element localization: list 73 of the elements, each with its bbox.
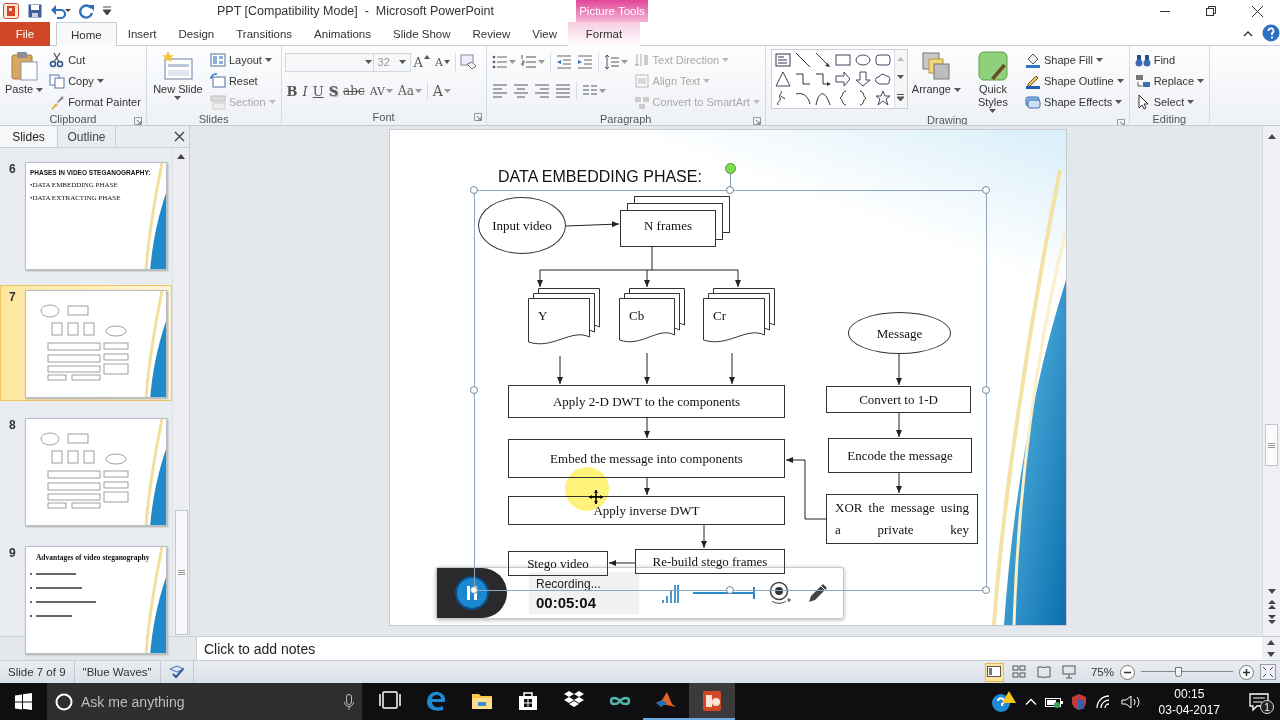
action-center-button[interactable]: 1	[1238, 683, 1280, 720]
node-label: Input video	[492, 218, 552, 233]
node-label: Cb	[629, 308, 645, 324]
brush-button[interactable]: Format Painter	[47, 92, 143, 112]
search-input[interactable]: Ask me anything	[81, 693, 336, 710]
slide-number: 6	[9, 162, 17, 178]
bold-button[interactable]: B	[284, 83, 300, 99]
node-label: Convert to 1-D	[859, 390, 938, 409]
cut-button[interactable]: Cut	[47, 50, 143, 70]
node-label: Apply inverse DWT	[593, 501, 700, 520]
fill-button[interactable]: Shape Fill	[1022, 50, 1126, 70]
window-title: PPT [Compatibility Mode] - Microsoft PowerPoint	[217, 4, 495, 18]
ribbon-tab[interactable]: Review	[461, 23, 522, 45]
node-label: Stego video	[527, 554, 589, 573]
ribbon-tab[interactable]: Transitions	[225, 23, 304, 45]
slide-thumbnail[interactable]: 7	[0, 285, 172, 401]
pane-tab[interactable]: Slides	[0, 126, 58, 147]
find-button[interactable]: Find	[1132, 50, 1206, 70]
notification-count: 1	[1260, 700, 1274, 714]
recording-status: Recording...	[536, 577, 602, 591]
clock[interactable]: 00:15 03-04-2017	[1148, 685, 1230, 718]
case-button[interactable]: Aa	[396, 84, 424, 98]
zoom-level: 75%	[1090, 666, 1114, 678]
node-label: Y	[538, 308, 548, 324]
ribbon-tab[interactable]: Home	[56, 22, 117, 46]
effects-button[interactable]: Shape Effects	[1022, 92, 1126, 112]
group-label: Slides	[198, 112, 229, 125]
shrink-font-button[interactable]: A	[433, 55, 452, 69]
node-label: Message	[876, 325, 923, 341]
underline-button[interactable]: U	[310, 83, 326, 99]
ribbon-tab[interactable]: Format	[567, 22, 640, 46]
color-button[interactable]: A	[430, 83, 453, 99]
slide-number: 9	[9, 546, 17, 562]
ribbon-tab[interactable]: Slide Show	[382, 23, 462, 45]
spacing-button[interactable]: AV	[367, 84, 395, 98]
node-label: N frames	[644, 218, 692, 234]
node-label: Re-build stego frames	[652, 552, 768, 571]
quickstyles-button[interactable]: Quick Styles	[964, 49, 1021, 114]
node-label: Cr	[713, 308, 726, 324]
newslide-button[interactable]: New Slide	[149, 49, 206, 101]
node-label: Apply 2-D DWT to the components	[552, 392, 741, 411]
slide-title: DATA EMBEDDING PHASE:	[498, 168, 702, 186]
pane-tab[interactable]: Outline	[58, 126, 116, 147]
slide-thumbnail[interactable]: 8	[0, 413, 172, 529]
recording-timer: 00:05:04	[536, 594, 598, 611]
shadow-button[interactable]: S	[326, 83, 341, 99]
node-label: XOR the message using a private key	[835, 499, 969, 539]
search-field[interactable]: Ask me anything	[47, 683, 362, 720]
group-label: Paragraph	[600, 112, 652, 125]
slide-number: 8	[9, 418, 17, 434]
grow-font-button[interactable]: A	[411, 54, 432, 70]
ribbon-tab[interactable]: View	[521, 23, 568, 45]
ribbon-tab[interactable]: File	[0, 22, 50, 46]
node-label: Encode the message	[847, 446, 953, 465]
context-tab-group: Picture Tools	[576, 0, 648, 22]
strike-button[interactable]: abc	[341, 84, 367, 98]
group-label: Clipboard	[49, 112, 97, 125]
paste-button[interactable]: Paste	[3, 49, 46, 97]
group-label: Editing	[1152, 112, 1187, 125]
ribbon-tab[interactable]: Design	[167, 23, 226, 45]
select-button[interactable]: Select	[1132, 92, 1206, 112]
group-label: Font	[372, 110, 395, 123]
arrange-button[interactable]: Arrange	[909, 49, 963, 97]
ribbon-tab[interactable]: Animations	[303, 23, 382, 45]
italic-button[interactable]: I	[300, 83, 310, 99]
node-label: Embed the message into components	[550, 449, 743, 468]
replace-button[interactable]: Replace	[1132, 71, 1206, 91]
layout-button[interactable]: Layout	[207, 50, 278, 70]
outline-button[interactable]: Shape Outline	[1022, 71, 1126, 91]
ribbon-tab[interactable]: Insert	[116, 23, 168, 45]
reset-button[interactable]: Reset	[207, 71, 278, 91]
slide-number: 7	[9, 290, 17, 306]
copy-button[interactable]: Copy	[47, 71, 143, 91]
